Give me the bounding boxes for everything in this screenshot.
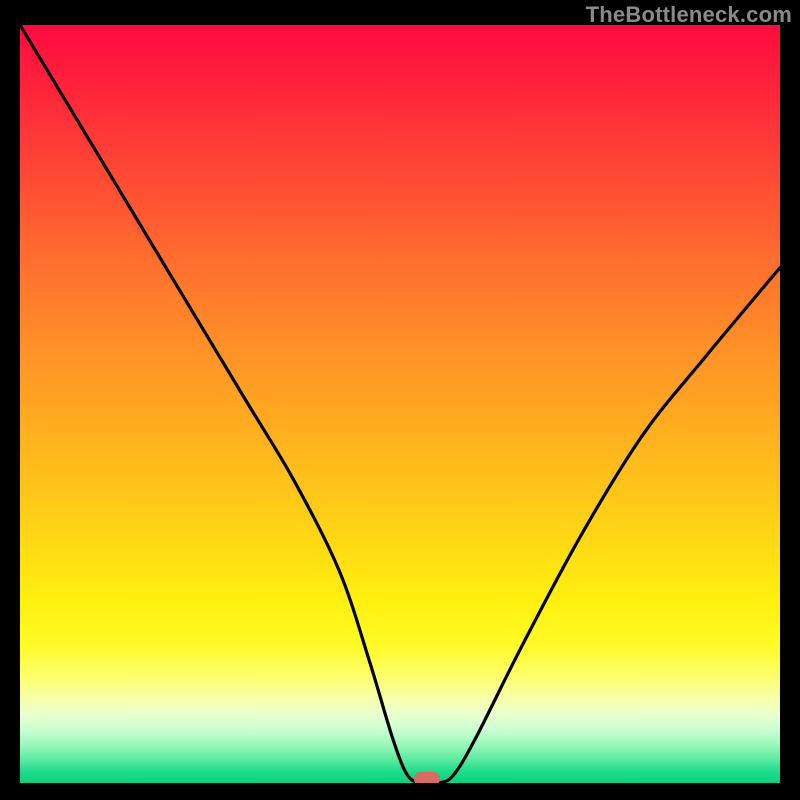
- plot-area: [20, 25, 780, 783]
- optimal-point-marker: [414, 772, 440, 783]
- curve-path: [20, 25, 780, 783]
- bottleneck-curve: [20, 25, 780, 783]
- watermark-text: TheBottleneck.com: [586, 2, 792, 28]
- chart-frame: TheBottleneck.com: [0, 0, 800, 800]
